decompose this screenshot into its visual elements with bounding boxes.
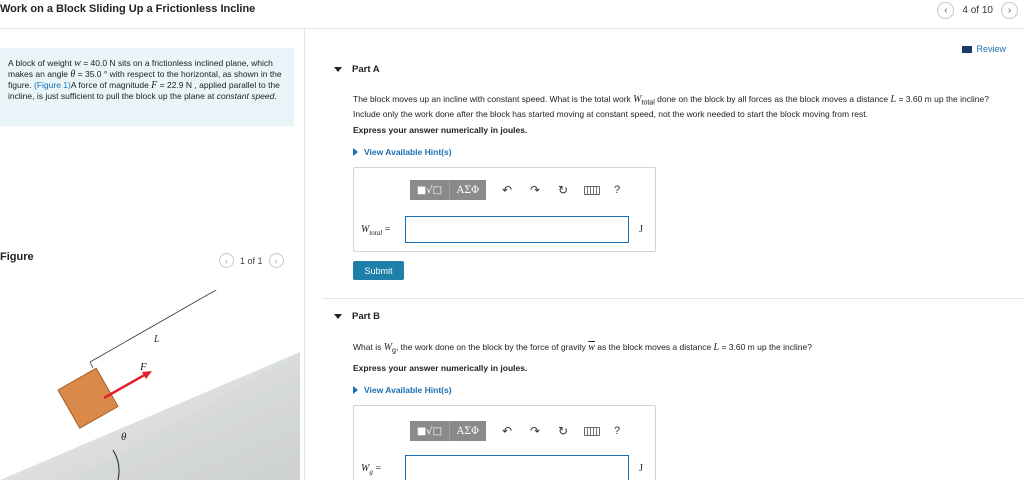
part-a-hints-link[interactable]: View Available Hint(s) [353, 147, 452, 157]
redo-icon[interactable]: ↷ [528, 424, 542, 438]
figure-link[interactable]: (Figure 1) [34, 80, 71, 90]
part-b-question: What is Wg, the work done on the block b… [353, 342, 812, 355]
figure-prev-icon[interactable]: ‹ [219, 253, 234, 268]
help-icon[interactable]: ? [614, 425, 620, 437]
collapse-icon [334, 67, 342, 72]
incline-figure: θ F L [0, 290, 300, 480]
force-arrow [103, 371, 149, 400]
review-icon [962, 45, 973, 53]
chevron-right-icon[interactable]: › [1001, 2, 1018, 19]
submit-button[interactable]: Submit [353, 261, 404, 280]
distance-label: L [153, 334, 160, 345]
keyboard-icon[interactable] [584, 185, 600, 195]
part-b-header[interactable]: Part B [334, 311, 380, 322]
problem-navigation: ‹ 4 of 10 › [937, 2, 1018, 19]
figure-counter: 1 of 1 [240, 255, 263, 266]
part-b-answer-box: ■√□ ΑΣΦ ↶ ↷ ↻ ? Wg = J [353, 405, 656, 480]
part-a-answer-box: ■√□ ΑΣΦ ↶ ↷ ↻ ? Wtotal = J [353, 167, 656, 252]
answer-input[interactable] [405, 455, 629, 480]
figure-next-icon[interactable]: › [268, 253, 284, 268]
block [57, 367, 119, 429]
part-b-hints-link[interactable]: View Available Hint(s) [353, 385, 452, 395]
figure-label: Figure [0, 251, 34, 263]
answer-input[interactable] [405, 216, 629, 243]
figure-navigation: ‹ 1 of 1 › [219, 253, 284, 268]
part-a-header[interactable]: Part A [334, 64, 380, 75]
part-divider [322, 298, 1024, 299]
templates-button[interactable]: ■√□ [410, 180, 450, 200]
variable-label: Wg = [361, 463, 381, 476]
top-bar: Work on a Block Sliding Up a Frictionles… [0, 0, 1024, 28]
part-a-question: The block moves up an incline with const… [353, 94, 989, 119]
part-b-instruction: Express your answer numerically in joule… [353, 363, 528, 373]
unit-label: J [639, 224, 643, 235]
help-icon[interactable]: ? [614, 184, 620, 196]
expand-icon [353, 148, 358, 156]
math-toolbar: ■√□ ΑΣΦ ↶ ↷ ↻ ? [410, 421, 620, 441]
undo-icon[interactable]: ↶ [500, 424, 514, 438]
variable-label: Wtotal = [361, 224, 391, 237]
expand-icon [353, 386, 358, 394]
reset-icon[interactable]: ↻ [556, 183, 570, 197]
greek-symbols-button[interactable]: ΑΣΦ [450, 421, 486, 441]
header-divider [0, 28, 1024, 29]
unit-label: J [639, 463, 643, 474]
part-a-instruction: Express your answer numerically in joule… [353, 125, 528, 135]
templates-button[interactable]: ■√□ [410, 421, 450, 441]
reset-icon[interactable]: ↻ [556, 424, 570, 438]
panel-divider [304, 29, 305, 480]
review-link[interactable]: Review [962, 44, 1006, 54]
problem-statement: A block of weight w = 40.0 N sits on a f… [0, 48, 294, 126]
problem-counter: 4 of 10 [962, 5, 993, 16]
distance-line [89, 290, 217, 363]
chevron-left-icon[interactable]: ‹ [937, 2, 955, 19]
redo-icon[interactable]: ↷ [528, 183, 542, 197]
theta-label: θ [121, 431, 127, 443]
page-title: Work on a Block Sliding Up a Frictionles… [0, 3, 256, 15]
undo-icon[interactable]: ↶ [500, 183, 514, 197]
force-label: F [139, 361, 147, 373]
math-toolbar: ■√□ ΑΣΦ ↶ ↷ ↻ ? [410, 180, 620, 200]
keyboard-icon[interactable] [584, 426, 600, 436]
greek-symbols-button[interactable]: ΑΣΦ [450, 180, 486, 200]
collapse-icon [334, 314, 342, 319]
